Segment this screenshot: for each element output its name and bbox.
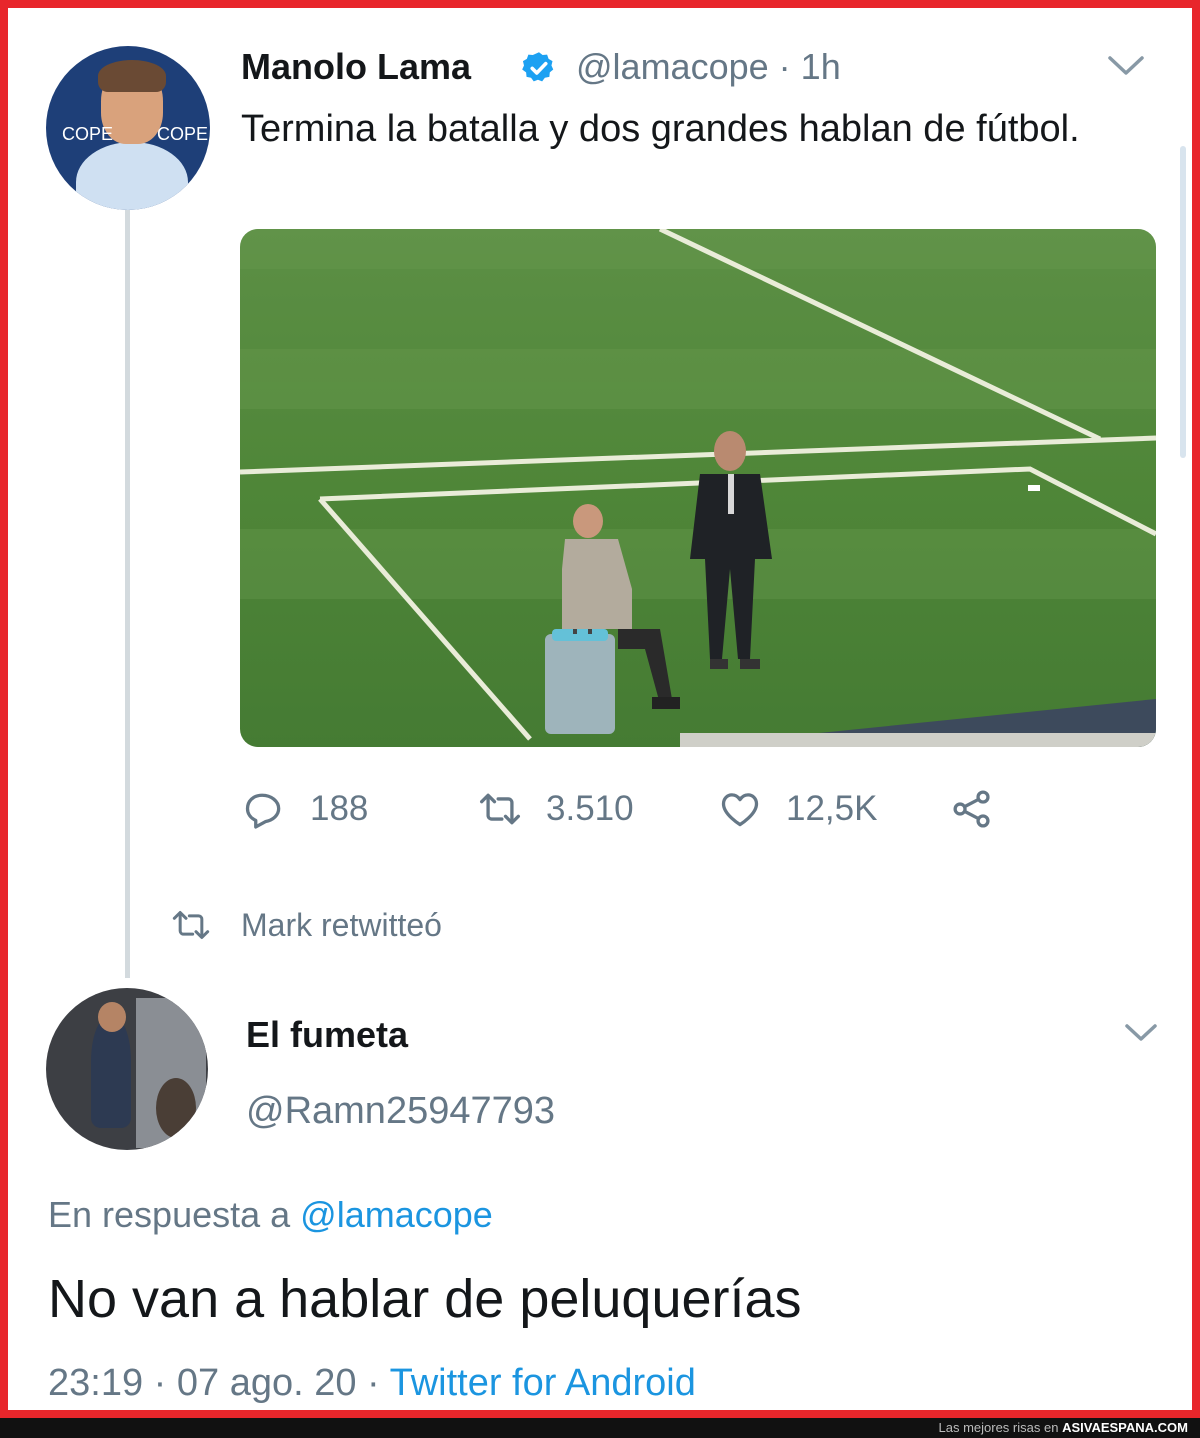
reply-author-name[interactable]: El fumeta [246,1014,408,1056]
watermark-footer: Las mejores risas en ASIVAESPANA.COM [0,1418,1200,1438]
thread-line [125,208,130,978]
footer-tagline: Las mejores risas en [938,1420,1059,1435]
reply-count: 188 [310,789,369,828]
avatar-el-fumeta[interactable] [46,988,208,1150]
tweet-handle-time[interactable]: @lamacope · 1h [576,46,841,88]
like-count: 12,5K [786,789,878,828]
like-icon [721,793,759,827]
reply-mention-link[interactable]: @lamacope [300,1194,493,1235]
retweet-notice: Mark retwitteó [171,905,442,945]
chevron-down-icon[interactable] [1106,54,1146,78]
reply-context: En respuesta a @lamacope [48,1194,493,1235]
like-button[interactable]: 12,5K [718,783,877,835]
share-icon [953,790,990,828]
share-button[interactable] [950,783,994,835]
avatar-logo-text-right: COPE [156,124,208,144]
avatar-logo-text-left: COPE [62,124,114,144]
reply-icon [245,793,281,829]
reply-time[interactable]: 23:19 [48,1362,143,1404]
reply-handle[interactable]: @Ramn25947793 [246,1090,555,1133]
retweet-icon [172,911,210,939]
reply-meta: 23:19 · 07 ago. 20 · Twitter for Android [48,1362,696,1404]
verified-badge-icon [522,52,554,82]
retweet-notice-text[interactable]: Mark retwitteó [241,907,442,944]
tweet-author-name[interactable]: Manolo Lama [241,46,471,88]
tweet-photo[interactable] [240,229,1156,747]
scrollbar[interactable] [1180,146,1186,458]
avatar-manolo-lama[interactable]: COPE COPE [46,46,210,210]
retweet-icon [480,793,520,825]
screenshot-frame: COPE COPE Manolo Lama @lamacope · 1h Ter… [0,0,1200,1418]
reply-date[interactable]: 07 ago. 20 [177,1362,357,1404]
reply-button[interactable]: 188 [242,783,368,835]
reply-source-link[interactable]: Twitter for Android [390,1362,696,1404]
chevron-down-icon[interactable] [1123,1022,1159,1044]
reply-text: No van a hablar de peluquerías [48,1269,802,1329]
retweet-count: 3.510 [546,789,634,828]
tweet-text: Termina la batalla y dos grandes hablan … [241,108,1080,150]
footer-brand-link[interactable]: ASIVAESPANA.COM [1062,1420,1188,1435]
retweet-button[interactable]: 3.510 [478,783,634,835]
